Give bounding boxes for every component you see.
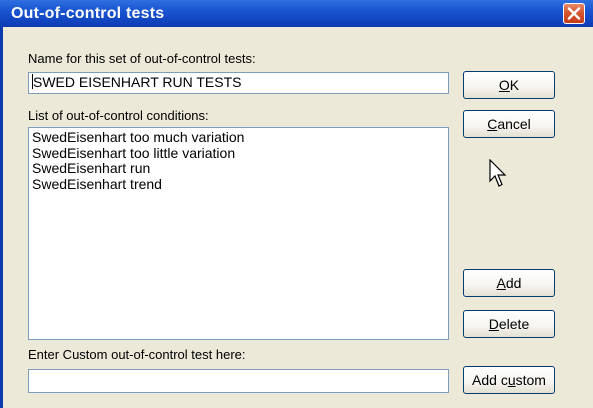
add-mnemonic: A bbox=[496, 275, 506, 291]
close-x-icon bbox=[567, 7, 581, 20]
cancel-button[interactable]: Cancel bbox=[463, 110, 555, 138]
cancel-mnemonic: C bbox=[487, 116, 498, 132]
custom-test-input[interactable] bbox=[28, 369, 449, 393]
close-button[interactable] bbox=[563, 3, 585, 24]
delete-button[interactable]: Delete bbox=[463, 310, 555, 338]
title-bar[interactable]: Out-of-control tests bbox=[0, 0, 593, 27]
cancel-label-post: ancel bbox=[497, 116, 531, 132]
list-item[interactable]: SwedEisenhart run bbox=[32, 160, 445, 177]
add-custom-mnemonic: u bbox=[507, 372, 516, 388]
add-custom-label-post: stom bbox=[515, 372, 546, 388]
list-item[interactable]: SwedEisenhart too much variation bbox=[32, 129, 445, 146]
mouse-pointer-icon bbox=[489, 159, 507, 187]
ok-mnemonic: O bbox=[498, 77, 510, 93]
add-custom-button[interactable]: Add custom bbox=[463, 366, 555, 394]
custom-test-label: Enter Custom out-of-control test here: bbox=[28, 347, 246, 362]
ok-label-post: K bbox=[509, 77, 520, 93]
delete-label-post: elete bbox=[498, 316, 530, 332]
ok-button[interactable]: OK bbox=[463, 71, 555, 99]
name-label: Name for this set of out-of-control test… bbox=[28, 51, 256, 66]
add-button[interactable]: Add bbox=[463, 269, 555, 297]
out-of-control-tests-dialog: Out-of-control tests Name for this set o… bbox=[0, 0, 593, 408]
delete-mnemonic: D bbox=[488, 316, 499, 332]
dialog-body: Name for this set of out-of-control test… bbox=[0, 27, 593, 408]
list-item[interactable]: SwedEisenhart trend bbox=[32, 176, 445, 193]
add-label-post: dd bbox=[505, 275, 522, 291]
window-title: Out-of-control tests bbox=[11, 5, 165, 22]
name-input-value: SWED EISENHART RUN TESTS bbox=[33, 74, 242, 90]
conditions-label: List of out-of-control conditions: bbox=[28, 108, 209, 123]
add-custom-label-pre: Add c bbox=[472, 372, 508, 388]
conditions-listbox[interactable]: SwedEisenhart too much variation SwedEis… bbox=[28, 127, 449, 340]
list-item[interactable]: SwedEisenhart too little variation bbox=[32, 145, 445, 162]
name-input[interactable]: SWED EISENHART RUN TESTS bbox=[28, 72, 449, 94]
